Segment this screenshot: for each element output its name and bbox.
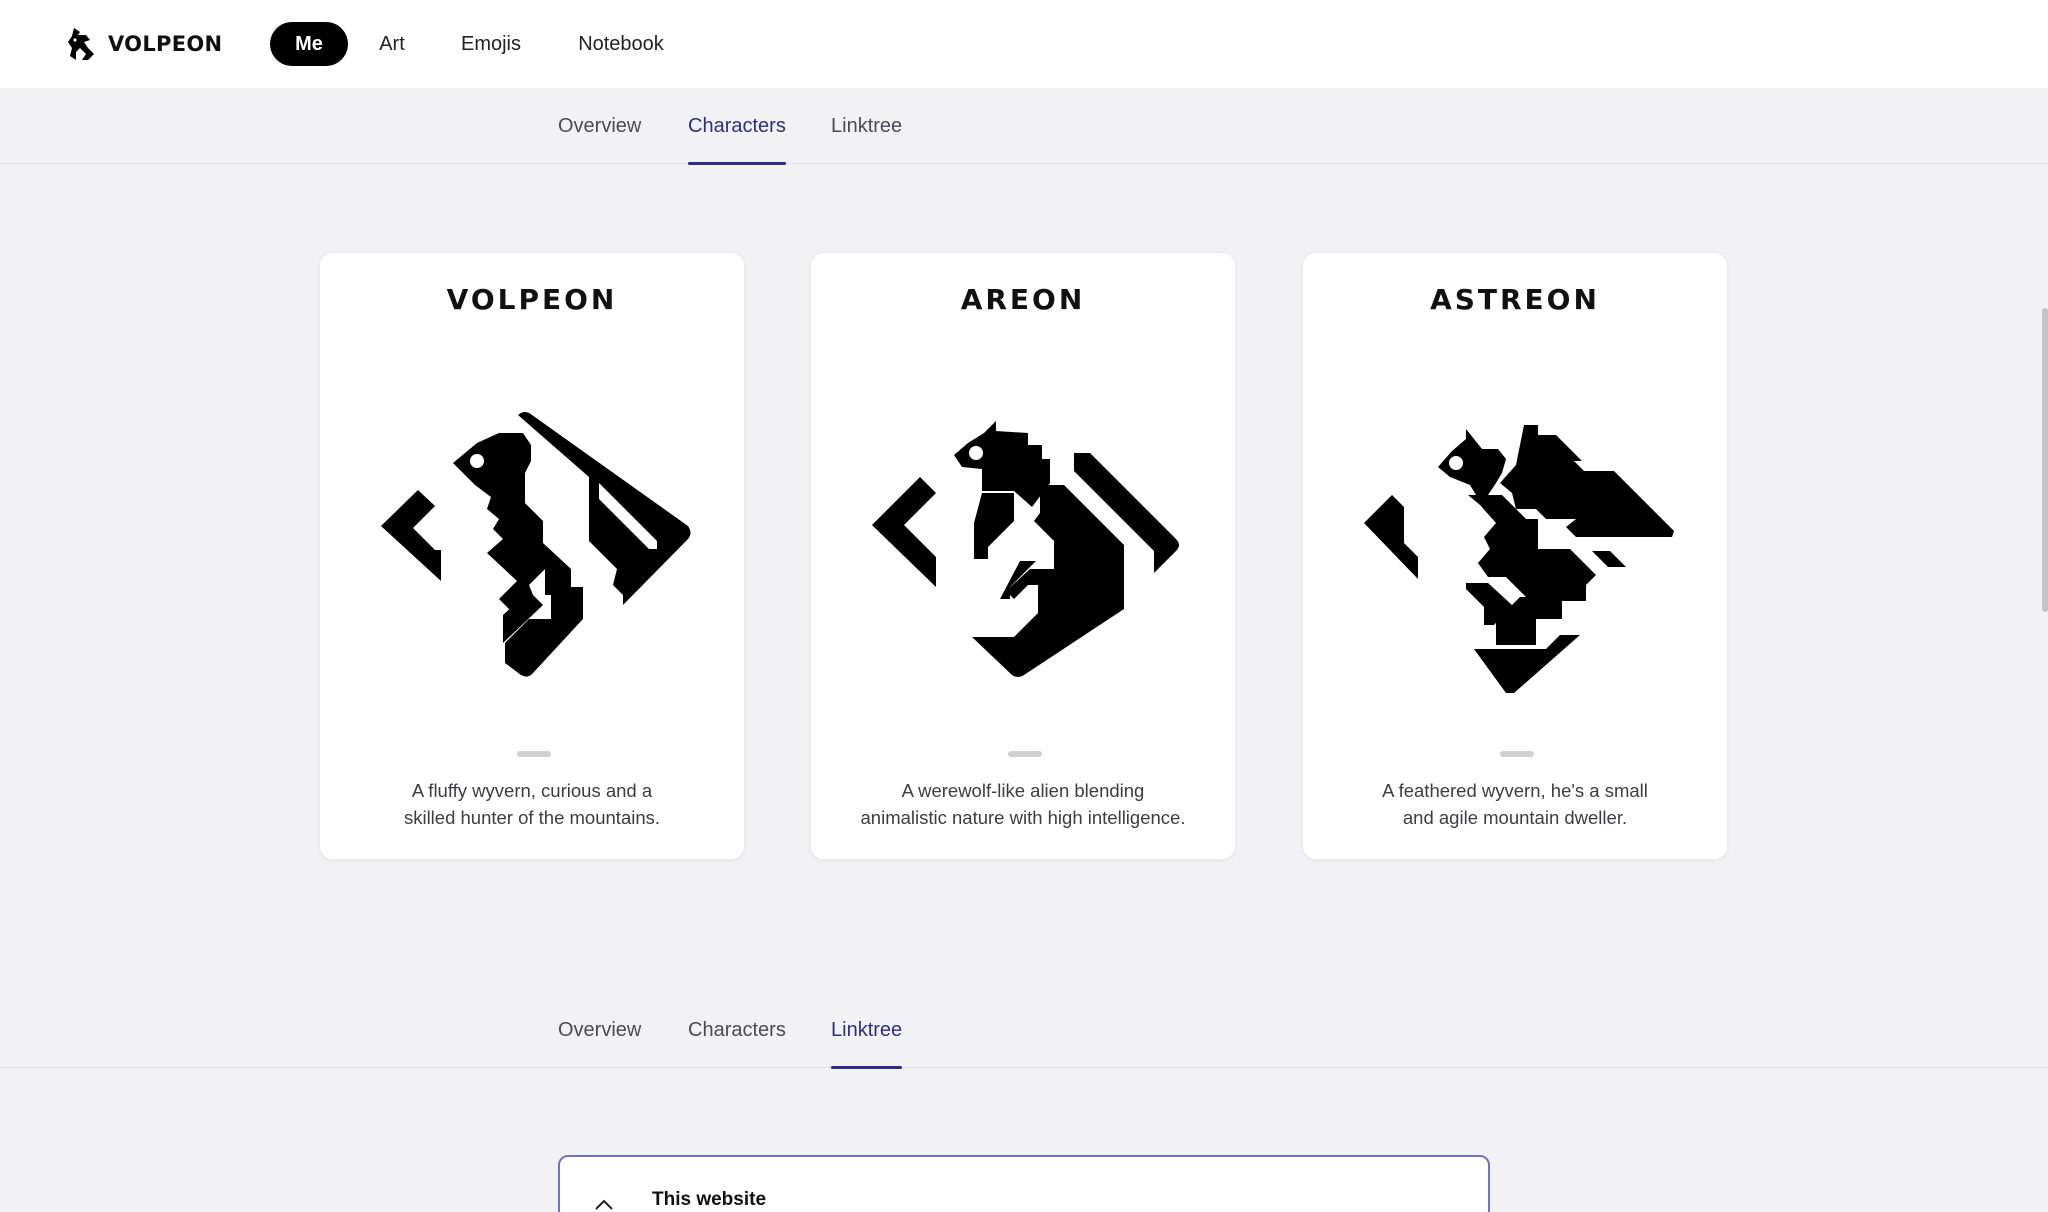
- character-card-astreon[interactable]: ASTREON A feathered wyvern, he's a small…: [1302, 252, 1728, 860]
- description-line: A fluffy wyvern, curious and a: [411, 780, 653, 801]
- nav-notebook[interactable]: Notebook: [564, 22, 678, 66]
- section-tabs-bottom: Overview Characters Linktree: [0, 992, 2048, 1069]
- description-line: animalistic nature with high intelligenc…: [860, 807, 1186, 828]
- volpeon-character-icon: [381, 412, 691, 677]
- brand-name: VOLPEON: [108, 32, 223, 56]
- character-description: A werewolf-like alien blending animalist…: [851, 777, 1195, 831]
- nav-emojis[interactable]: Emojis: [448, 22, 534, 66]
- card-divider: [1008, 751, 1042, 757]
- description-line: A feathered wyvern, he's a small: [1382, 780, 1648, 801]
- wyvern-logo-icon: [68, 28, 94, 60]
- character-description: A fluffy wyvern, curious and a skilled h…: [360, 777, 704, 831]
- top-navigation-bar: VOLPEON Me Art Emojis Notebook: [0, 0, 2048, 88]
- character-name: VOLPEON: [446, 283, 618, 316]
- character-name: ASTREON: [1430, 283, 1600, 316]
- nav-me[interactable]: Me: [270, 22, 348, 66]
- tab-characters[interactable]: Characters: [688, 88, 786, 165]
- description-line: A werewolf-like alien blending: [901, 780, 1145, 801]
- tab-linktree[interactable]: Linktree: [831, 992, 903, 1069]
- linktree-item-title: This website: [652, 1189, 767, 1210]
- page-scrollbar[interactable]: [2042, 308, 2048, 612]
- tab-linktree[interactable]: Linktree: [831, 88, 902, 164]
- nav-art[interactable]: Art: [364, 22, 420, 66]
- character-card-areon[interactable]: AREON A werewolf-like alien blending ani…: [810, 252, 1236, 860]
- brand-logo[interactable]: VOLPEON: [64, 26, 222, 62]
- character-card-volpeon[interactable]: VOLPEON A fluffy wyvern, curious and a s…: [319, 252, 745, 860]
- chevron-up-icon: [595, 1199, 613, 1210]
- character-name: AREON: [960, 283, 1086, 316]
- card-divider: [517, 751, 551, 757]
- tab-overview[interactable]: Overview: [558, 992, 641, 1068]
- section-tabs-top: Overview Characters Linktree: [0, 88, 2048, 165]
- description-line: and agile mountain dweller.: [1402, 807, 1628, 828]
- card-divider: [1500, 751, 1534, 757]
- tab-overview[interactable]: Overview: [558, 88, 641, 164]
- tab-characters[interactable]: Characters: [688, 992, 786, 1068]
- linktree-item[interactable]: This website: [558, 1155, 1490, 1212]
- description-line: skilled hunter of the mountains.: [403, 807, 661, 828]
- character-description: A feathered wyvern, he's a small and agi…: [1343, 777, 1687, 831]
- areon-character-icon: [872, 421, 1179, 677]
- astreon-character-icon: [1364, 425, 1674, 693]
